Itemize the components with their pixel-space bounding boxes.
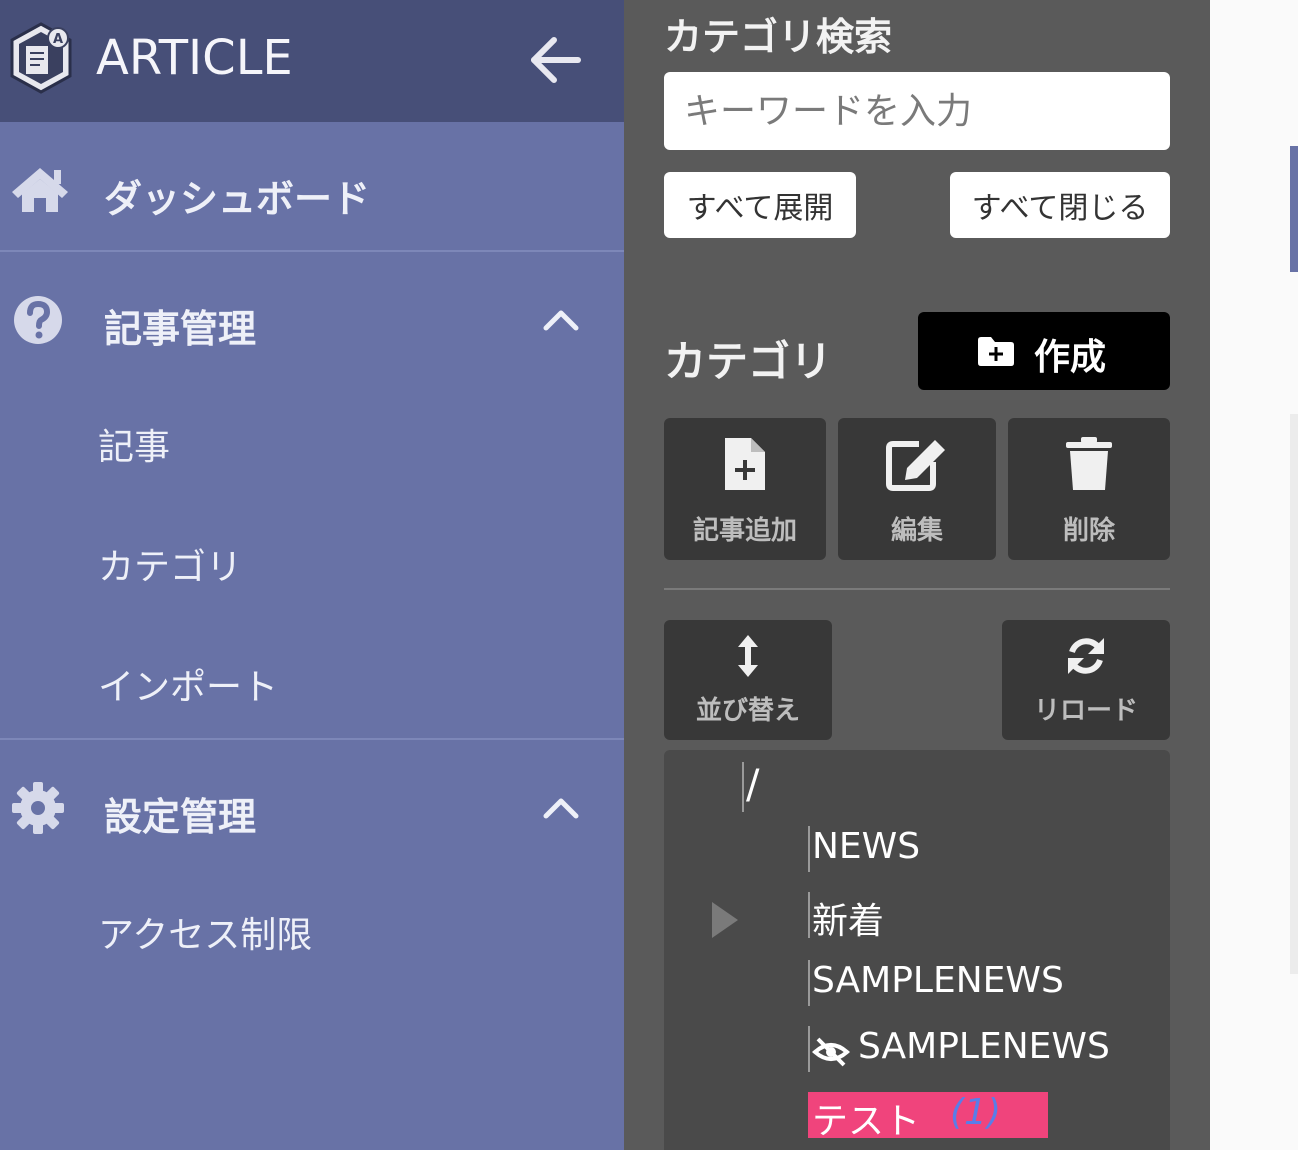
tree-node-label: / [746,762,760,808]
question-circle-icon [14,296,62,344]
main-content-area [1210,0,1298,1150]
tree-node[interactable]: SAMPLENEWS [808,960,1064,1006]
expand-all-button[interactable]: すべて展開 [664,172,856,238]
sidebar-header: A ARTICLE [0,0,624,122]
reload-button[interactable]: リロード [1002,620,1170,740]
sort-button[interactable]: 並び替え [664,620,832,740]
divider [0,250,624,252]
tree-node-label: SAMPLENEWS [858,1026,1110,1067]
folder-plus-icon [978,337,1014,366]
sort-label: 並び替え [695,696,800,726]
collapse-sidebar-arrow-icon[interactable] [528,34,584,86]
divider [664,588,1170,590]
svg-text:A: A [53,32,63,47]
nav-dashboard[interactable]: ダッシュボード [0,140,624,240]
reload-label: リロード [1033,696,1138,726]
delete-label: 削除 [1062,516,1115,546]
file-plus-icon [725,438,765,490]
chevron-up-icon [543,310,579,331]
category-section-title: カテゴリ [664,337,833,386]
sort-arrows-icon [738,635,758,677]
nav-group-label: 設定管理 [104,795,257,839]
edit-label: 編集 [890,516,943,546]
nav-dashboard-label: ダッシュボード [104,177,371,221]
trash-icon [1066,437,1112,490]
caret-right-icon[interactable] [710,900,740,940]
nav-item-articles[interactable]: 記事 [98,418,170,470]
tree-node-hidden[interactable]: SAMPLENEWS [808,1026,1110,1072]
divider [0,738,624,740]
delete-button[interactable]: 削除 [1008,418,1170,560]
edit-button[interactable]: 編集 [838,418,996,560]
sidebar: A ARTICLE ダッシュボード 記事管理 記事 カテゴリ インポート 設定管… [0,0,624,1150]
tree-node[interactable]: 新着 [808,892,884,942]
content-card [1290,414,1298,974]
category-search-title: カテゴリ検索 [664,15,893,59]
nav-group-article-management[interactable]: 記事管理 [0,270,624,370]
edit-icon [886,440,945,491]
gear-icon [12,782,64,834]
reload-icon [1068,638,1104,674]
tree-node-root[interactable]: / [742,762,759,812]
nav-group-settings[interactable]: 設定管理 [0,758,624,858]
chevron-up-icon [543,798,579,819]
article-count-badge: (1) [950,1092,1001,1133]
tree-node-label: 新着 [812,901,885,942]
nav-group-label: 記事管理 [104,307,257,351]
category-panel: カテゴリ検索 すべて展開 すべて閉じる カテゴリ 作成 記事追加 編集 [624,0,1210,1150]
tree-node-label: SAMPLENEWS [812,960,1064,1001]
add-article-label: 記事追加 [692,516,797,546]
create-category-button[interactable]: 作成 [918,312,1170,390]
category-search-input[interactable] [664,72,1170,150]
nav-item-categories[interactable]: カテゴリ [98,538,242,590]
create-label: 作成 [1034,337,1107,378]
tree-node[interactable]: NEWS [808,826,920,872]
tree-node-label: NEWS [812,826,921,867]
app-title: ARTICLE [96,30,293,86]
collapse-all-button[interactable]: すべて閉じる [950,172,1170,238]
tree-node-selected[interactable]: テスト (1) [808,1092,1048,1142]
nav-item-import[interactable]: インポート [98,658,278,710]
accent-bar [1290,146,1298,272]
article-logo-icon: A [10,22,72,94]
category-tree: / NEWS 新着 SAMPLENEWS SAMPLENEWS テスト (1) [664,750,1170,1150]
nav-item-access-restriction[interactable]: アクセス制限 [98,906,312,958]
home-icon [12,168,68,212]
add-article-button[interactable]: 記事追加 [664,418,826,560]
tree-node-label: テスト [812,1101,921,1142]
